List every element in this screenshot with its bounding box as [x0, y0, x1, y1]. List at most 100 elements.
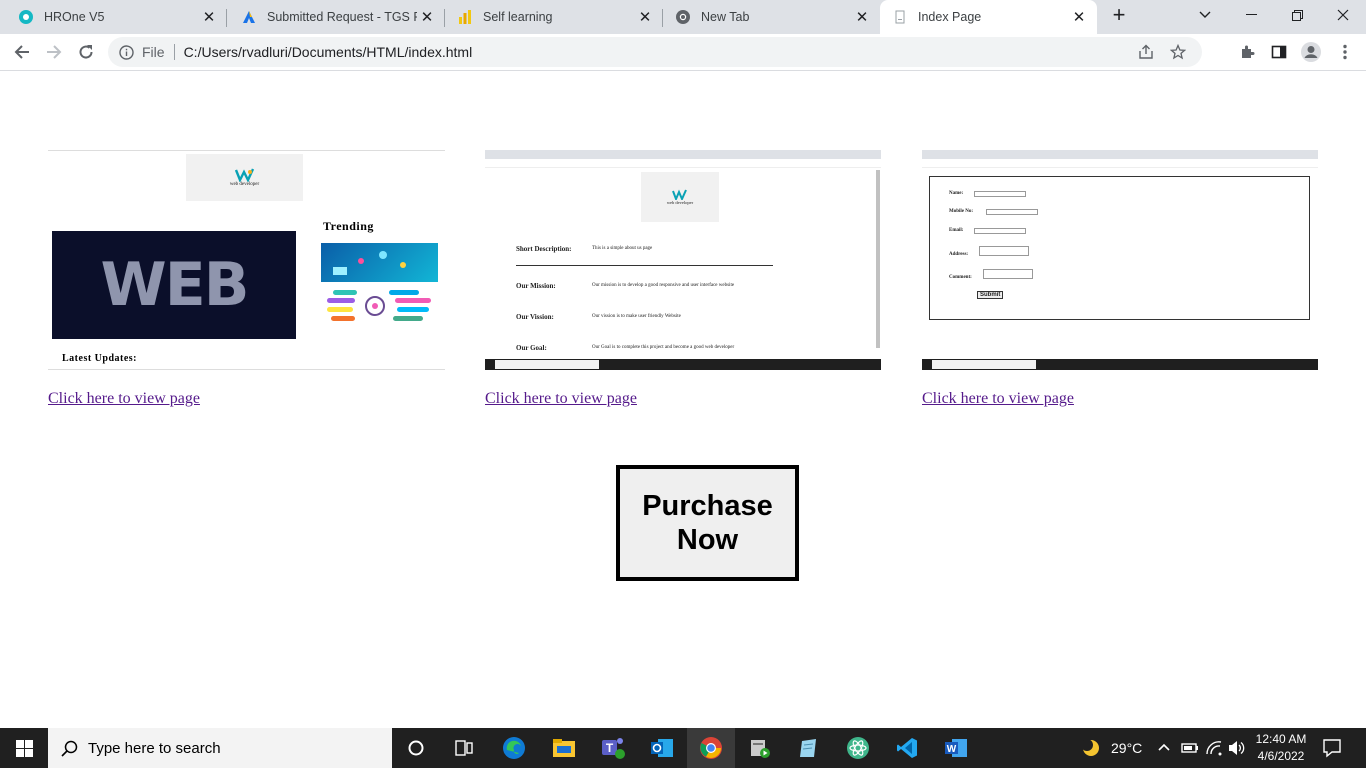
chrome-taskbar-icon[interactable]: [687, 728, 735, 768]
tab-index-page[interactable]: Index Page ✕: [880, 0, 1097, 34]
task-view-icon[interactable]: [440, 728, 488, 768]
form-textarea: [983, 269, 1033, 279]
browser-toolbar: File C:/Users/rvadluri/Documents/HTML/in…: [0, 34, 1366, 71]
tab-new-tab[interactable]: New Tab ✕: [663, 0, 880, 34]
address-bar[interactable]: File C:/Users/rvadluri/Documents/HTML/in…: [108, 37, 1202, 67]
file-icon: [892, 9, 908, 25]
about-label: Our Goal:: [516, 344, 547, 352]
notepad-icon[interactable]: [785, 728, 833, 768]
view-page-link-2[interactable]: Click here to view page: [485, 390, 637, 408]
mini-tab-strip: [922, 150, 1318, 159]
back-icon[interactable]: [8, 38, 36, 66]
tab-title: Submitted Request - TGS Portal: [267, 10, 417, 24]
volume-icon[interactable]: [1228, 740, 1246, 761]
outlook-icon[interactable]: [638, 728, 686, 768]
tab-submitted-request[interactable]: Submitted Request - TGS Portal ✕: [227, 0, 445, 34]
about-label: Short Description:: [516, 245, 572, 253]
word-icon[interactable]: W: [932, 728, 980, 768]
form-label: Address:: [949, 252, 969, 257]
clock-time: 12:40 AM: [1255, 732, 1307, 746]
tab-title: HROne V5: [44, 10, 105, 24]
info-icon[interactable]: [118, 44, 134, 60]
mini-search-box: [932, 360, 1036, 369]
trending-image-2: [323, 288, 443, 328]
bookmark-star-icon[interactable]: [1169, 43, 1187, 63]
minimize-icon[interactable]: [1228, 0, 1274, 30]
mini-address-bar: [922, 159, 1318, 168]
taskbar-clock[interactable]: 12:40 AM 4/6/2022: [1253, 731, 1309, 765]
purchase-now-button[interactable]: Purchase Now: [616, 465, 799, 581]
view-page-link-3[interactable]: Click here to view page: [922, 390, 1074, 408]
about-text: Our mission is to develop a good respons…: [592, 283, 735, 288]
reload-icon[interactable]: [72, 38, 100, 66]
new-tab-button[interactable]: +: [1096, 0, 1142, 30]
logo-text: web developer: [229, 182, 260, 187]
close-tab-icon[interactable]: ✕: [417, 7, 437, 27]
about-text: Our vission is to make user friendly Web…: [592, 314, 681, 319]
form-label: Email:: [949, 228, 964, 233]
tab-self-learning[interactable]: Self learning ✕: [445, 0, 663, 34]
file-explorer-icon[interactable]: [540, 728, 588, 768]
teams-icon[interactable]: T: [589, 728, 637, 768]
vscode-icon[interactable]: [883, 728, 931, 768]
web-banner-image: WEB: [52, 231, 296, 339]
preview-image-home: web developer Trending WEB Latest Update…: [48, 150, 445, 370]
form-input: [974, 191, 1026, 197]
battery-icon[interactable]: [1181, 741, 1199, 760]
close-tab-icon[interactable]: ✕: [1069, 7, 1089, 27]
media-player-icon[interactable]: [736, 728, 784, 768]
close-tab-icon[interactable]: ✕: [635, 7, 655, 27]
about-text: Our Goal is to complete this project and…: [592, 345, 735, 350]
mini-taskbar: [485, 359, 881, 370]
preview-image-about: web developer Short Description: This is…: [485, 150, 881, 370]
forward-icon[interactable]: [40, 38, 68, 66]
weather-moon-icon[interactable]: [1081, 738, 1101, 763]
clock-date: 4/6/2022: [1257, 749, 1305, 763]
restore-icon[interactable]: [1274, 0, 1320, 30]
notifications-icon[interactable]: [1322, 738, 1342, 763]
azure-devops-icon: [241, 9, 257, 25]
chevron-up-icon[interactable]: [1157, 740, 1171, 759]
logo-image: web developer: [186, 154, 303, 201]
search-icon: [61, 740, 79, 757]
extensions-icon[interactable]: [1233, 38, 1261, 66]
form-input: [974, 228, 1026, 234]
menu-kebab-icon[interactable]: [1331, 38, 1359, 66]
chrome-icon: [675, 9, 691, 25]
svg-text:T: T: [606, 741, 614, 755]
view-page-link-1[interactable]: Click here to view page: [48, 390, 200, 408]
trending-image-1: [321, 243, 438, 282]
page-content: web developer Trending WEB Latest Update…: [0, 72, 1366, 728]
url-text[interactable]: C:/Users/rvadluri/Documents/HTML/index.h…: [184, 44, 473, 60]
edge-icon[interactable]: [490, 728, 538, 768]
form-textarea: [979, 246, 1029, 256]
close-tab-icon[interactable]: ✕: [852, 7, 872, 27]
about-text: This is a simple about us page: [592, 246, 653, 251]
tab-search-chevron-icon[interactable]: [1182, 0, 1228, 30]
profile-avatar-icon[interactable]: [1297, 38, 1325, 66]
contact-form-box: Name: Mobile No: Email: Address: Comment…: [929, 176, 1310, 320]
wifi-icon[interactable]: [1205, 740, 1223, 761]
side-panel-icon[interactable]: [1265, 38, 1293, 66]
web-banner-text: WEB: [100, 250, 250, 320]
mini-taskbar: [922, 359, 1318, 370]
taskbar-search-box[interactable]: Type here to search: [48, 728, 392, 768]
close-window-icon[interactable]: [1320, 0, 1366, 30]
windows-taskbar: Type here to search T W 29°C 12:40 AM 4/…: [0, 728, 1366, 768]
close-tab-icon[interactable]: ✕: [199, 7, 219, 27]
form-label: Comment:: [949, 275, 972, 280]
share-icon[interactable]: [1138, 44, 1154, 63]
trending-heading: Trending: [323, 219, 374, 233]
scheme-label: File: [142, 44, 165, 60]
form-label: Name:: [949, 191, 964, 196]
windows-start-icon[interactable]: [0, 728, 48, 768]
atom-icon[interactable]: [834, 728, 882, 768]
cortana-icon[interactable]: [392, 728, 440, 768]
taskbar-search-placeholder: Type here to search: [88, 739, 221, 757]
tab-hrone[interactable]: HROne V5 ✕: [0, 0, 227, 34]
divider: [173, 44, 175, 60]
mini-search-box: [495, 360, 599, 369]
weather-temperature[interactable]: 29°C: [1111, 740, 1142, 756]
powerbi-icon: [457, 9, 473, 25]
preview-image-contact: Name: Mobile No: Email: Address: Comment…: [922, 150, 1318, 370]
